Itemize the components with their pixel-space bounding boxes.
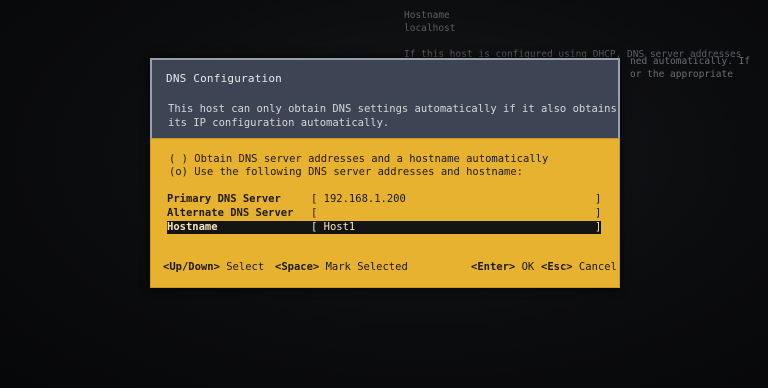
alternate-dns-input[interactable]: [ xyxy=(311,207,317,219)
enter-key[interactable]: <Enter> xyxy=(471,261,515,273)
updown-key[interactable]: <Up/Down> xyxy=(163,261,220,273)
esc-text: Cancel xyxy=(572,261,617,273)
dns-configuration-dialog: DNS Configuration This host can only obt… xyxy=(150,58,620,288)
bg-right-line-1: ned automatically. If xyxy=(630,56,751,67)
esc-key[interactable]: <Esc> xyxy=(541,261,573,273)
field-hostname[interactable]: Hostname [ Host1 ] xyxy=(167,221,601,234)
dialog-body: ( ) Obtain DNS server addresses and a ho… xyxy=(150,138,620,288)
space-key[interactable]: <Space> xyxy=(275,261,319,273)
background-text: Hostname localhost If this host is confi… xyxy=(404,9,741,61)
alternate-dns-bracket: ] xyxy=(595,207,602,219)
alternate-dns-label: Alternate DNS Server xyxy=(167,207,294,219)
dialog-description: This host can only obtain DNS settings a… xyxy=(168,102,617,130)
hint-select: <Up/Down> Select xyxy=(163,261,264,273)
dialog-title: DNS Configuration xyxy=(166,72,282,85)
bg-right-line-2: or the appropriate xyxy=(630,69,733,80)
primary-dns-label: Primary DNS Server xyxy=(167,193,281,205)
primary-dns-bracket: ] xyxy=(595,193,602,205)
hint-ok: <Enter> OK xyxy=(471,261,534,273)
bg-line-2: localhost xyxy=(404,23,456,34)
description-line-2: its IP configuration automatically. xyxy=(168,117,390,129)
option-use-following[interactable]: (o) Use the following DNS server address… xyxy=(169,166,523,178)
hostname-input[interactable]: [ Host1 xyxy=(311,221,355,233)
bg-line-1: Hostname xyxy=(404,10,450,21)
hint-mark-selected: <Space> Mark Selected xyxy=(275,261,408,273)
primary-dns-input[interactable]: [ 192.168.1.200 xyxy=(311,193,406,205)
description-line-1: This host can only obtain DNS settings a… xyxy=(168,103,617,115)
background-text-right: ned automatically. If or the appropriate xyxy=(630,55,750,81)
hostname-bracket: ] xyxy=(595,221,602,233)
space-text: Mark Selected xyxy=(319,261,408,273)
option-obtain-automatically[interactable]: ( ) Obtain DNS server addresses and a ho… xyxy=(169,153,548,165)
hint-cancel: <Esc> Cancel xyxy=(541,261,617,273)
dialog-header: DNS Configuration This host can only obt… xyxy=(150,58,620,138)
hostname-label: Hostname xyxy=(167,221,218,233)
enter-text: OK xyxy=(515,261,535,273)
updown-text: Select xyxy=(219,261,265,273)
